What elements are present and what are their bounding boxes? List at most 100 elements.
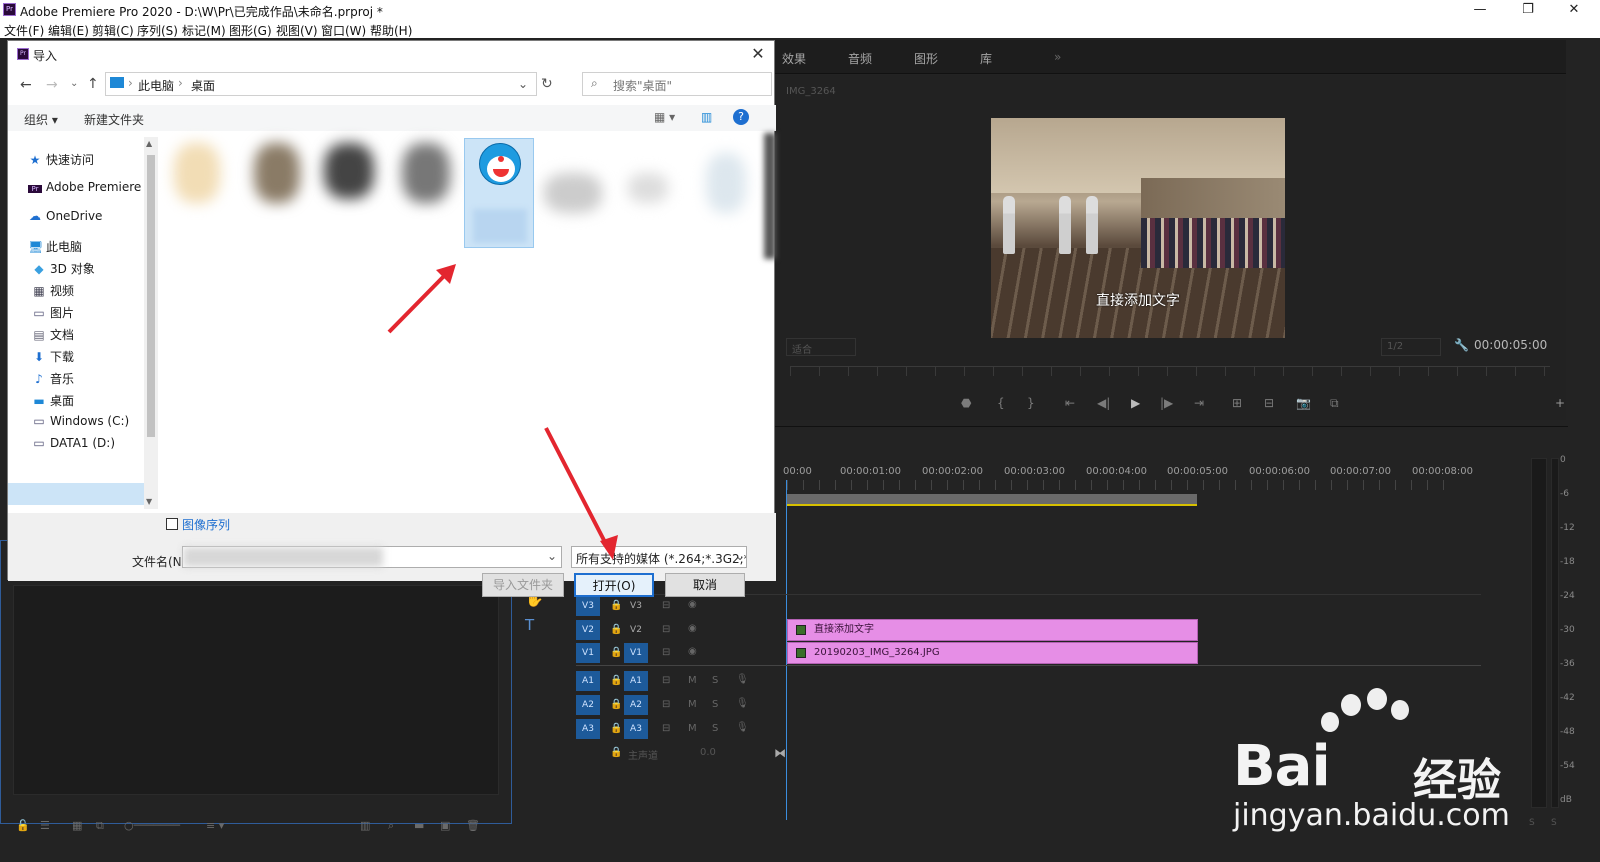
search-box[interactable]: ⌕ 搜索"桌面" (582, 72, 772, 96)
file-type-dropdown-icon[interactable]: ⌄ (735, 549, 745, 563)
menu-view[interactable]: 视图(V) (276, 22, 318, 39)
track-target-v3[interactable]: V3 (624, 596, 648, 616)
file-type-select[interactable]: 所有支持的媒体 (*.264;*.3G2;*. (571, 546, 747, 568)
file-thumbnail[interactable] (402, 143, 450, 203)
track-target-v1[interactable]: V1 (624, 643, 648, 663)
scroll-up-icon[interactable]: ▲ (146, 139, 152, 148)
track-target-a3[interactable]: A3 (624, 719, 648, 739)
sync-icon[interactable]: ⊟ (662, 675, 670, 686)
track-target-a2[interactable]: A2 (624, 695, 648, 715)
open-button[interactable]: 打开(O) (574, 573, 654, 597)
breadcrumb-this-pc[interactable]: 此电脑 (138, 77, 174, 94)
monitor-ruler[interactable] (790, 366, 1550, 376)
eye-icon[interactable]: ◉ (688, 599, 697, 610)
nav-videos[interactable]: ▦ 视频 (32, 282, 74, 299)
go-to-in-icon[interactable]: ⇤ (1065, 396, 1075, 410)
type-tool-icon[interactable]: T (525, 616, 534, 634)
forward-arrow-icon[interactable]: → (46, 77, 58, 93)
organize-menu[interactable]: 组织 ▾ (24, 111, 58, 128)
lock-icon[interactable]: 🔒 (610, 723, 622, 734)
clip-title-text[interactable]: 直接添加文字 (787, 619, 1198, 641)
trash-icon[interactable]: 🗑 (466, 819, 480, 832)
scroll-down-icon[interactable]: ▼ (146, 497, 152, 506)
sort-icon[interactable]: ≡ ▾ (206, 819, 224, 832)
fit-dropdown[interactable]: 适合 (786, 338, 856, 356)
camera-icon[interactable]: 📷 (1296, 396, 1311, 410)
master-level[interactable]: 0.0 (700, 747, 716, 758)
nav-drive-d[interactable]: ▭ DATA1 (D:) (32, 436, 115, 450)
preview-pane-icon[interactable]: ▥ (701, 110, 712, 124)
automate-icon[interactable]: ▥ (360, 819, 370, 832)
new-bin-icon[interactable]: ▬ (414, 819, 424, 832)
file-thumbnail[interactable] (254, 143, 300, 203)
icon-view-icon[interactable]: ▦ (72, 819, 82, 832)
menu-edit[interactable]: 编辑(E) (48, 22, 89, 39)
filename-dropdown-icon[interactable]: ⌄ (547, 549, 557, 563)
view-options-icon[interactable]: ▦ ▾ (654, 110, 675, 124)
breadcrumb-desktop[interactable]: 桌面 (191, 77, 215, 94)
help-icon[interactable]: ? (733, 109, 749, 125)
restore-icon[interactable]: ❐ (1508, 0, 1548, 20)
add-button-icon[interactable]: + (1555, 396, 1565, 410)
lock-icon[interactable]: 🔒 (610, 675, 622, 686)
back-arrow-icon[interactable]: ← (20, 77, 32, 93)
nav-drive-c[interactable]: ▭ Windows (C:) (32, 414, 129, 428)
source-patch-a3[interactable]: A3 (576, 719, 600, 739)
recent-dropdown-icon[interactable]: ⌄ (70, 78, 78, 89)
tab-graphics[interactable]: 图形 (914, 50, 938, 67)
solo-icon[interactable]: S (712, 699, 718, 710)
eye-icon[interactable]: ◉ (688, 646, 697, 657)
solo-icon[interactable]: S (712, 723, 718, 734)
lock-icon[interactable]: 🔒 (610, 699, 622, 710)
extract-icon[interactable]: ⊟ (1264, 396, 1274, 410)
freeform-view-icon[interactable]: ⧉ (96, 819, 104, 833)
more-tabs-icon[interactable]: » (1054, 50, 1061, 64)
source-patch-a2[interactable]: A2 (576, 695, 600, 715)
resolution-dropdown[interactable]: 1/2 (1381, 338, 1441, 356)
go-to-out-icon[interactable]: ⇥ (1194, 396, 1204, 410)
list-view-icon[interactable]: ☰ (40, 819, 50, 832)
nav-this-pc[interactable]: 🖥 此电脑 (28, 238, 82, 255)
play-icon[interactable]: ▶ (1131, 396, 1140, 410)
mute-icon[interactable]: M (688, 723, 697, 734)
work-area-bar[interactable] (787, 494, 1197, 506)
file-thumbnail[interactable] (628, 173, 668, 203)
mute-icon[interactable]: M (688, 675, 697, 686)
lock-icon[interactable]: 🔒 (610, 624, 622, 635)
menu-marker[interactable]: 标记(M) (182, 22, 226, 39)
nav-quick-access[interactable]: ★ 快速访问 (28, 151, 94, 168)
nav-music[interactable]: ♪ 音乐 (32, 370, 74, 387)
nav-adobe-premiere[interactable]: Pr Adobe Premiere (28, 180, 141, 194)
lift-icon[interactable]: ⊞ (1232, 396, 1242, 410)
microphone-icon[interactable]: 🎙 (736, 698, 749, 709)
zoom-slider[interactable]: ○─────── (124, 819, 180, 832)
close-window-icon[interactable]: ✕ (1554, 0, 1594, 20)
lock-icon[interactable]: 🔒 (610, 647, 622, 658)
address-bar[interactable]: › 此电脑 › 桌面 ⌄ (105, 72, 537, 96)
microphone-icon[interactable]: 🎙 (736, 674, 749, 685)
compare-icon[interactable]: ⧉ (1330, 396, 1339, 411)
menu-graphics[interactable]: 图形(G) (229, 22, 272, 39)
tab-libraries[interactable]: 库 (980, 50, 992, 67)
sync-icon[interactable]: ⊟ (662, 647, 670, 658)
source-patch-a1[interactable]: A1 (576, 671, 600, 691)
image-sequence-label[interactable]: 图像序列 (182, 516, 230, 533)
mark-in-icon[interactable]: { (997, 396, 1005, 410)
step-forward-icon[interactable]: |▶ (1160, 396, 1173, 410)
eye-icon[interactable]: ◉ (688, 623, 697, 634)
lock-icon[interactable]: 🔒 (610, 747, 622, 758)
up-arrow-icon[interactable]: ↑ (87, 76, 99, 92)
cancel-button[interactable]: 取消 (665, 573, 745, 597)
scrollbar-thumb[interactable] (147, 155, 155, 437)
filename-input[interactable]: ⌄ (182, 546, 562, 568)
file-thumbnail[interactable] (544, 173, 602, 213)
nav-scrollbar[interactable]: ▲ ▼ (144, 137, 158, 509)
timeline-ruler[interactable] (787, 480, 1457, 490)
nav-pictures[interactable]: ▭ 图片 (32, 304, 74, 321)
file-thumbnail[interactable] (174, 143, 220, 203)
source-patch-v3[interactable]: V3 (576, 596, 600, 616)
minimize-icon[interactable]: — (1460, 0, 1500, 20)
file-thumbnail[interactable] (764, 133, 776, 259)
lock-icon[interactable]: 🔓 (16, 819, 30, 832)
clip-image[interactable]: 20190203_IMG_3264.JPG (787, 642, 1198, 664)
